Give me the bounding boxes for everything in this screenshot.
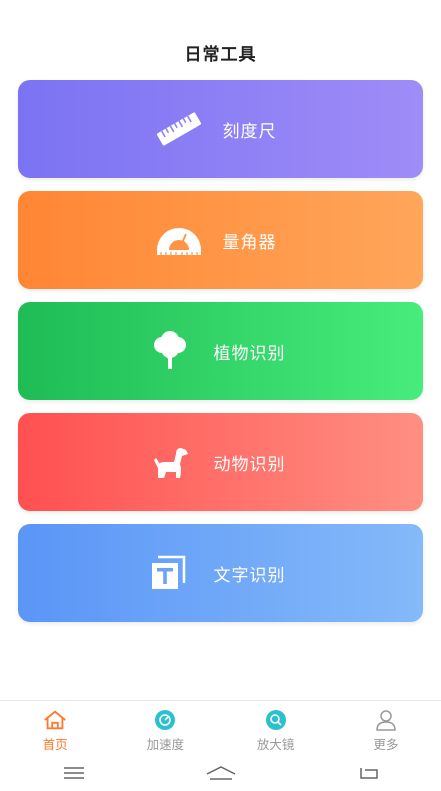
bottom-nav: 首页 加速度 放大镜 更多	[0, 700, 441, 755]
protractor-icon	[155, 220, 203, 260]
speedometer-icon	[152, 709, 178, 731]
tool-card-animal[interactable]: 动物识别	[18, 413, 423, 511]
system-home-icon[interactable]	[201, 763, 241, 783]
tree-icon	[146, 331, 194, 371]
tool-card-text[interactable]: 文字识别	[18, 524, 423, 622]
app-screen: 日常工具 刻度尺 量角器 植物识别 动物识别 文字识别 首页 加速度 放大镜 更…	[0, 0, 441, 791]
nav-label-home: 首页	[42, 737, 68, 752]
nav-label-more: 更多	[373, 737, 399, 752]
tool-card-protractor[interactable]: 量角器	[18, 191, 423, 289]
home-icon	[42, 709, 68, 731]
tool-list: 刻度尺 量角器 植物识别 动物识别 文字识别	[18, 80, 423, 635]
tool-card-plant[interactable]: 植物识别	[18, 302, 423, 400]
nav-item-magnifier[interactable]: 放大镜	[221, 701, 331, 755]
tool-label-animal: 动物识别	[213, 454, 286, 475]
tool-label-plant: 植物识别	[213, 343, 286, 364]
dog-icon	[146, 442, 194, 482]
nav-label-magnifier: 放大镜	[256, 737, 295, 752]
nav-item-acceleration[interactable]: 加速度	[110, 701, 220, 755]
nav-label-acceleration: 加速度	[146, 737, 185, 752]
nav-item-more[interactable]: 更多	[331, 701, 441, 755]
text-scan-icon	[146, 553, 194, 593]
page-title: 日常工具	[184, 45, 257, 65]
tool-label-ruler: 刻度尺	[222, 121, 277, 142]
tool-label-text: 文字识别	[213, 565, 286, 586]
ruler-icon	[155, 109, 203, 149]
menu-icon[interactable]	[54, 763, 94, 783]
person-icon	[373, 709, 399, 731]
magnifier-icon	[263, 709, 289, 731]
tool-label-protractor: 量角器	[222, 232, 277, 253]
system-nav-bar	[0, 755, 441, 791]
nav-item-home[interactable]: 首页	[0, 701, 110, 755]
back-icon[interactable]	[348, 763, 388, 783]
tool-card-ruler[interactable]: 刻度尺	[18, 80, 423, 178]
